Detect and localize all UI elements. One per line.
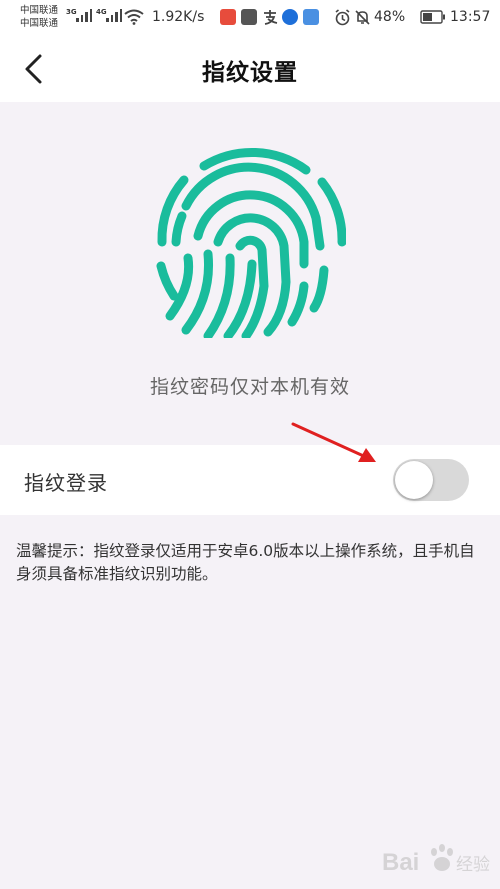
signal-icon — [106, 8, 122, 22]
carrier-1: 中国联通 — [20, 5, 59, 16]
fingerprint-login-toggle[interactable] — [393, 459, 469, 501]
alarm-icon — [335, 9, 350, 26]
tip-text: 温馨提示：指纹登录仅适用于安卓6.0版本以上操作系统，且手机自身须具备标准指纹识… — [16, 542, 475, 583]
fingerprint-caption: 指纹密码仅对本机有效 — [149, 376, 350, 398]
stock-app-icon — [220, 9, 236, 25]
clock: 13:57 — [450, 9, 491, 25]
battery-icon — [420, 10, 445, 24]
header: 指纹设置 — [0, 36, 500, 102]
baidu-jingyan-watermark: Bai 经验 — [382, 844, 490, 876]
fingerprint-login-row: 指纹登录 — [0, 445, 500, 515]
fingerprint-login-label: 指纹登录 — [24, 471, 108, 495]
red-arrow-annotation — [291, 422, 376, 462]
notification-app-icon — [241, 9, 257, 25]
svg-text:经验: 经验 — [456, 855, 490, 875]
wifi-icon — [124, 9, 144, 25]
browser-app-icon — [282, 9, 298, 25]
page-title: 指纹设置 — [202, 60, 298, 86]
fingerprint-icon — [156, 148, 346, 338]
signal-icon — [76, 8, 92, 22]
alipay-icon — [264, 10, 278, 25]
status-bar: 中国联通 中国联通 3G 4G 1.92K/s 48% 13:57 — [0, 0, 500, 36]
battery-percent: 48% — [374, 9, 406, 25]
svg-text:Bai: Bai — [382, 849, 419, 876]
network-speed: 1.92K/s — [152, 9, 205, 25]
toggle-knob — [395, 461, 433, 499]
carrier-labels: 中国联通 中国联通 — [20, 4, 58, 30]
carrier-2: 中国联通 — [20, 18, 59, 29]
k-app-icon — [303, 9, 319, 25]
mute-bell-icon — [355, 10, 370, 25]
